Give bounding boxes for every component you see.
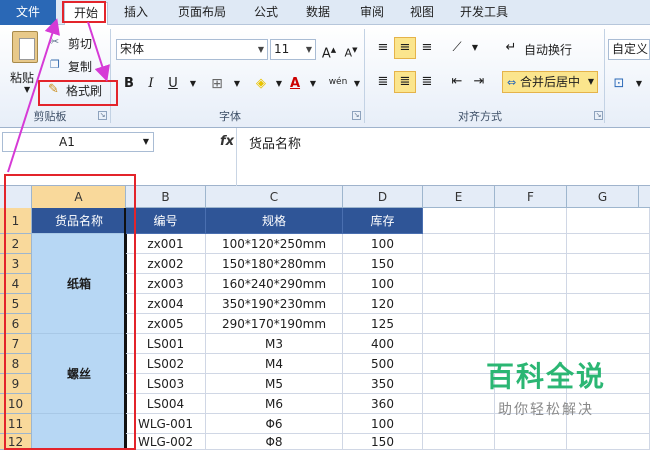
watermark-title: 百科全说 — [485, 360, 606, 393]
watermark-subtitle: 助你轻松解决 — [498, 402, 594, 418]
watermark: 百科全说 助你轻松解决 — [466, 355, 626, 427]
arrow-to-home-tab — [7, 18, 60, 173]
arrow-to-format-painter — [87, 21, 110, 82]
